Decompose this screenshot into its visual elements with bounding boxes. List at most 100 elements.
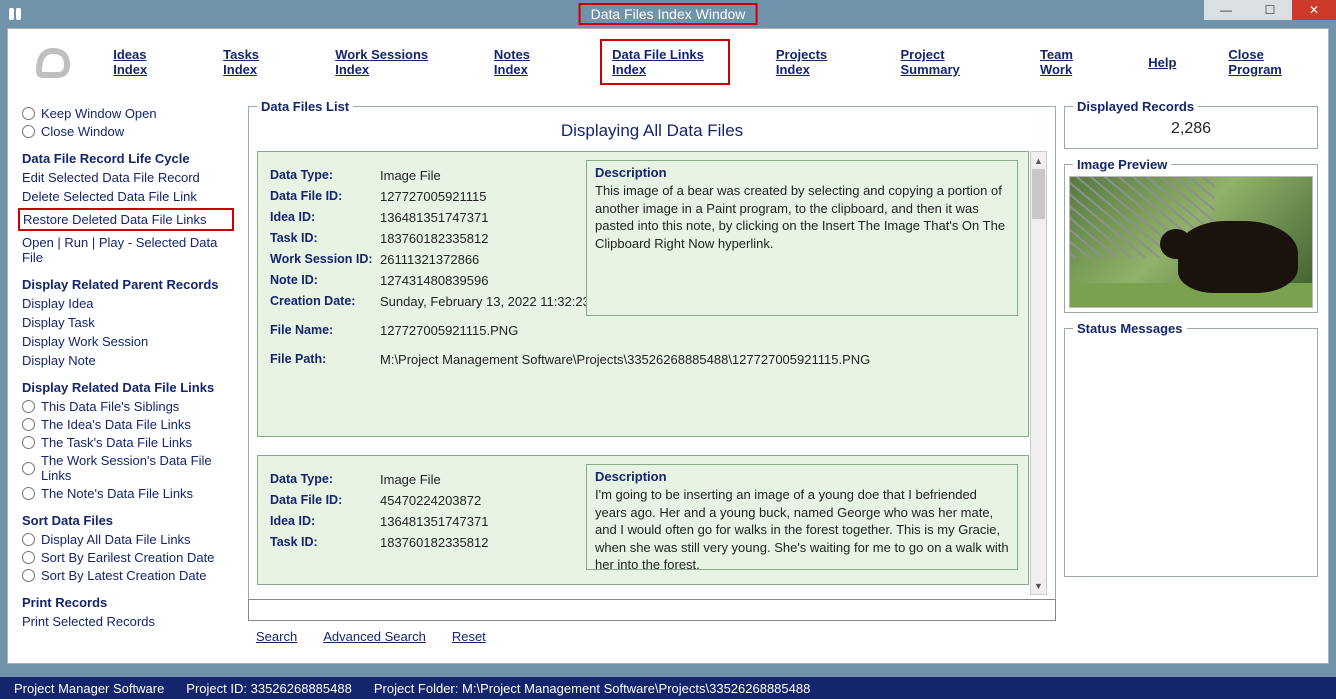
link-display-task[interactable]: Display Task <box>22 315 234 330</box>
radio-sort-all[interactable]: Display All Data File Links <box>22 532 234 547</box>
list-title: Displaying All Data Files <box>249 114 1055 151</box>
reset-link[interactable]: Reset <box>452 629 486 644</box>
value-data-file-id: 45470224203872 <box>380 493 481 508</box>
description-text: This image of a bear was created by sele… <box>595 182 1009 252</box>
radio-close-window[interactable]: Close Window <box>22 124 234 139</box>
nav-ideas-index[interactable]: Ideas Index <box>107 43 177 81</box>
section-life-cycle: Data File Record Life Cycle <box>22 151 234 166</box>
scrollbar[interactable]: ▲ ▼ <box>1030 151 1047 595</box>
image-preview <box>1069 176 1313 308</box>
scroll-thumb[interactable] <box>1032 169 1045 219</box>
toolbar: Ideas Index Tasks Index Work Sessions In… <box>8 29 1328 95</box>
nav-work-sessions-index[interactable]: Work Sessions Index <box>329 43 448 81</box>
description-box: Description This image of a bear was cre… <box>586 160 1018 316</box>
data-file-card[interactable]: Data Type:Image File Data File ID:127727… <box>257 151 1029 437</box>
label-data-type: Data Type: <box>270 168 380 183</box>
displayed-records-legend: Displayed Records <box>1073 99 1198 114</box>
nav-projects-index[interactable]: Projects Index <box>770 43 855 81</box>
search-link[interactable]: Search <box>256 629 297 644</box>
image-preview-group: Image Preview <box>1064 157 1318 313</box>
status-messages-body <box>1065 336 1317 576</box>
radio-keep-window-open[interactable]: Keep Window Open <box>22 106 234 121</box>
section-related-parent: Display Related Parent Records <box>22 277 234 292</box>
radio-dfl-note[interactable]: The Note's Data File Links <box>22 486 234 501</box>
value-data-type: Image File <box>380 168 441 183</box>
section-sort: Sort Data Files <box>22 513 234 528</box>
value-idea-id: 136481351747371 <box>380 210 488 225</box>
section-print: Print Records <box>22 595 234 610</box>
displayed-records-group: Displayed Records 2,286 <box>1064 99 1318 149</box>
label-data-file-id: Data File ID: <box>270 493 380 508</box>
data-files-list-legend: Data Files List <box>257 99 353 114</box>
label-task-id: Task ID: <box>270 231 380 246</box>
radio-sort-latest[interactable]: Sort By Latest Creation Date <box>22 568 234 583</box>
scroll-down-icon[interactable]: ▼ <box>1031 577 1046 594</box>
search-input[interactable] <box>248 599 1056 621</box>
value-idea-id: 136481351747371 <box>380 514 488 529</box>
label-idea-id: Idea ID: <box>270 514 380 529</box>
section-related-dfl: Display Related Data File Links <box>22 380 234 395</box>
app-icon <box>6 5 24 23</box>
value-task-id: 183760182335812 <box>380 231 488 246</box>
radio-dfl-siblings[interactable]: This Data File's Siblings <box>22 399 234 414</box>
value-file-name: 127727005921115.PNG <box>380 323 518 338</box>
link-edit-record[interactable]: Edit Selected Data File Record <box>22 170 234 185</box>
value-file-path: M:\Project Management Software\Projects\… <box>380 352 870 367</box>
link-display-note[interactable]: Display Note <box>22 353 234 368</box>
label-file-name: File Name: <box>270 323 380 338</box>
value-data-file-id: 127727005921115 <box>380 189 487 204</box>
link-delete-link[interactable]: Delete Selected Data File Link <box>22 189 234 204</box>
window-title: Data Files Index Window <box>579 3 758 25</box>
label-note-id: Note ID: <box>270 273 380 288</box>
value-ws-id: 26111321372866 <box>380 252 479 267</box>
radio-sort-earliest[interactable]: Sort By Earilest Creation Date <box>22 550 234 565</box>
label-file-path: File Path: <box>270 352 380 367</box>
nav-help[interactable]: Help <box>1142 51 1182 74</box>
radio-dfl-task[interactable]: The Task's Data File Links <box>22 435 234 450</box>
status-project-folder: Project Folder: M:\Project Management So… <box>374 681 811 696</box>
nav-close-program[interactable]: Close Program <box>1222 43 1310 81</box>
nav-tasks-index[interactable]: Tasks Index <box>217 43 289 81</box>
label-data-type: Data Type: <box>270 472 380 487</box>
label-task-id: Task ID: <box>270 535 380 550</box>
close-button[interactable]: ✕ <box>1292 0 1336 20</box>
nav-team-work[interactable]: Team Work <box>1034 43 1102 81</box>
description-text: I'm going to be inserting an image of a … <box>595 486 1009 574</box>
link-display-work-session[interactable]: Display Work Session <box>22 334 234 349</box>
value-task-id: 183760182335812 <box>380 535 488 550</box>
status-app-name: Project Manager Software <box>14 681 164 696</box>
label-idea-id: Idea ID: <box>270 210 380 225</box>
displayed-records-count: 2,286 <box>1065 114 1317 148</box>
nav-project-summary[interactable]: Project Summary <box>895 43 994 81</box>
maximize-button[interactable]: ☐ <box>1248 0 1292 20</box>
status-project-id: Project ID: 33526268885488 <box>186 681 352 696</box>
nav-notes-index[interactable]: Notes Index <box>488 43 560 81</box>
advanced-search-link[interactable]: Advanced Search <box>323 629 426 644</box>
data-files-list-group: Data Files List Displaying All Data File… <box>248 99 1056 607</box>
label-ws-id: Work Session ID: <box>270 252 380 267</box>
minimize-button[interactable]: — <box>1204 0 1248 20</box>
value-creation: Sunday, February 13, 2022 11:32:23 PM <box>380 294 613 309</box>
link-print-selected[interactable]: Print Selected Records <box>22 614 234 629</box>
link-open-run-play[interactable]: Open | Run | Play - Selected Data File <box>22 235 234 265</box>
right-panel: Displayed Records 2,286 Image Preview St… <box>1060 99 1328 663</box>
link-display-idea[interactable]: Display Idea <box>22 296 234 311</box>
bear-icon <box>1178 221 1298 293</box>
logo-icon <box>26 37 79 87</box>
center-panel: Data Files List Displaying All Data File… <box>244 99 1060 663</box>
radio-dfl-work-session[interactable]: The Work Session's Data File Links <box>22 453 234 483</box>
radio-dfl-idea[interactable]: The Idea's Data File Links <box>22 417 234 432</box>
label-creation: Creation Date: <box>270 294 380 309</box>
description-heading: Description <box>595 469 1009 484</box>
search-area: Search Advanced Search Reset <box>248 599 1056 659</box>
status-messages-legend: Status Messages <box>1073 321 1187 336</box>
data-file-card[interactable]: Data Type:Image File Data File ID:454702… <box>257 455 1029 585</box>
nav-data-file-links-index[interactable]: Data File Links Index <box>600 39 730 85</box>
label-data-file-id: Data File ID: <box>270 189 380 204</box>
title-bar: Data Files Index Window — ☐ ✕ <box>0 0 1336 28</box>
client-area: Ideas Index Tasks Index Work Sessions In… <box>7 28 1329 664</box>
status-bar: Project Manager Software Project ID: 335… <box>0 677 1336 699</box>
link-restore-deleted[interactable]: Restore Deleted Data File Links <box>18 208 234 231</box>
image-preview-legend: Image Preview <box>1073 157 1171 172</box>
scroll-up-icon[interactable]: ▲ <box>1031 152 1046 169</box>
